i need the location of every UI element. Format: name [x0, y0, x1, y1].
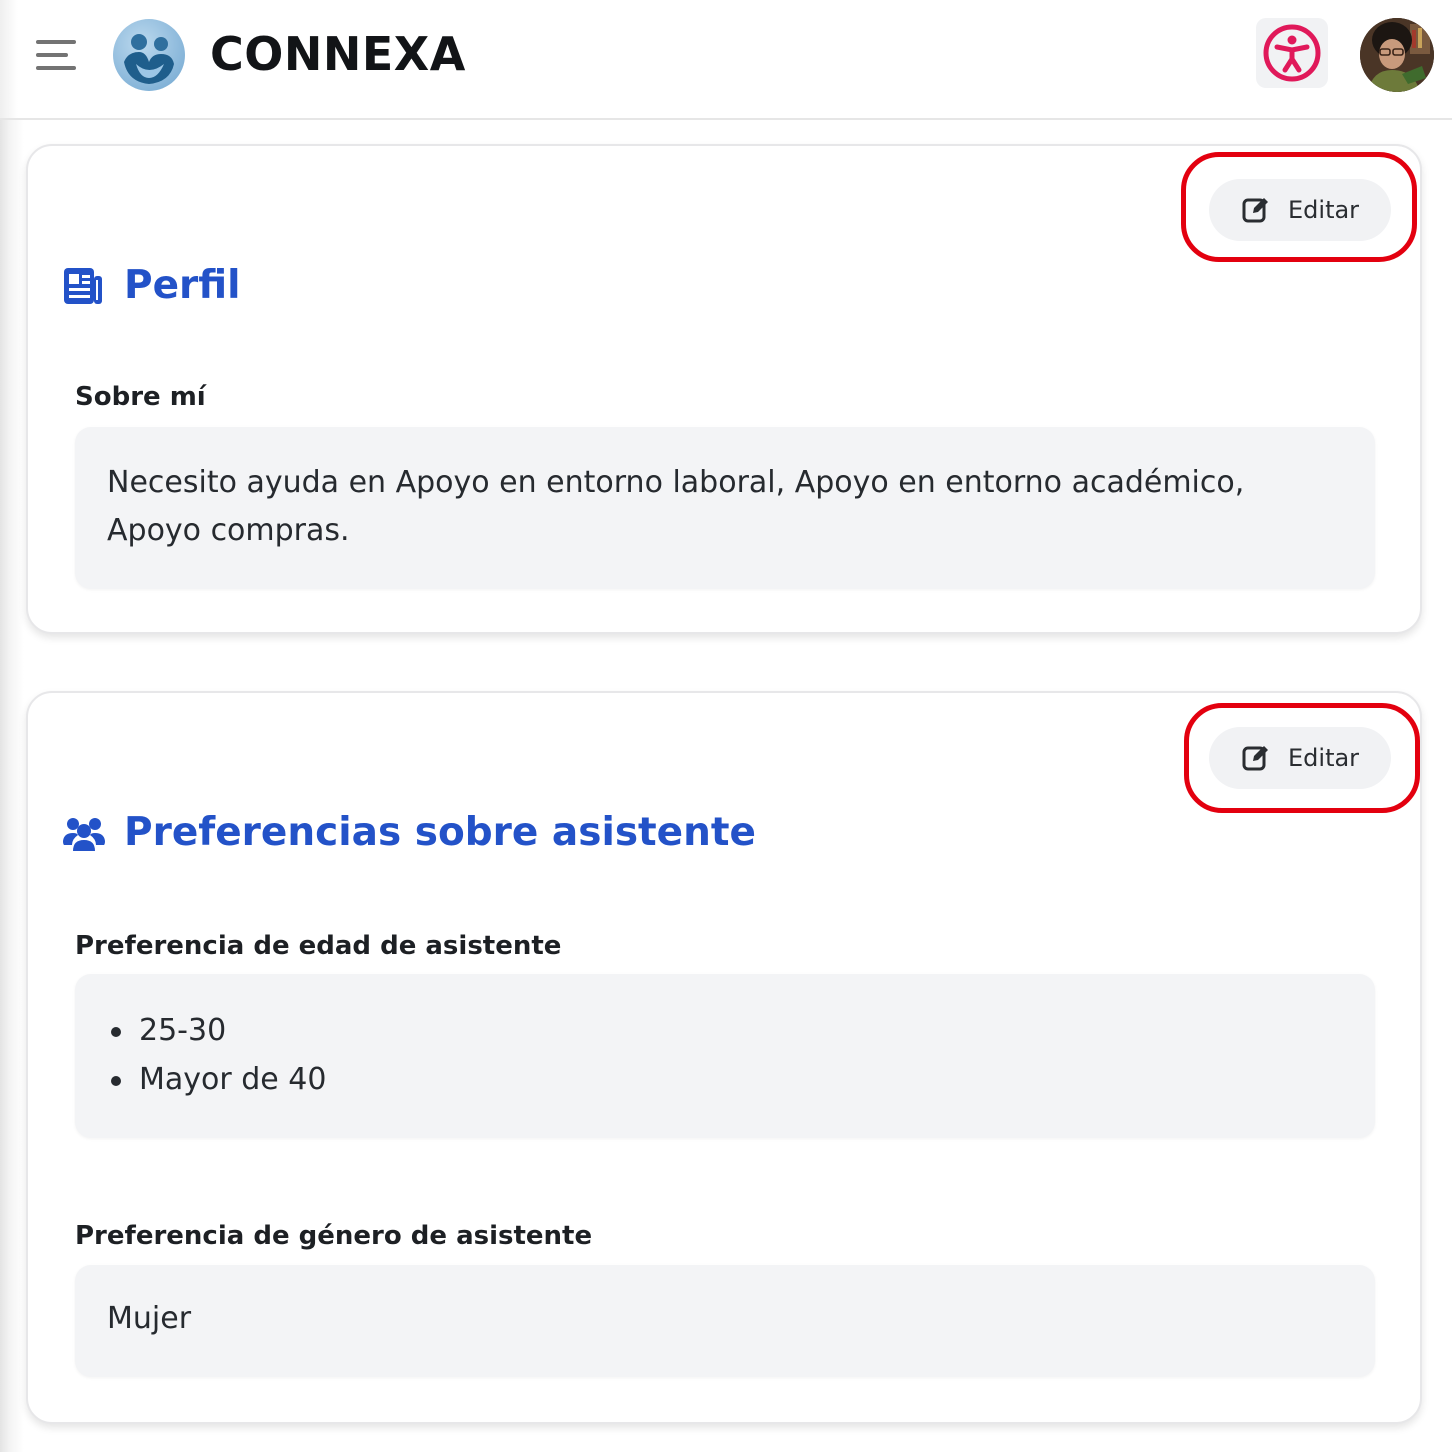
age-preference-list: 25-30 Mayor de 40	[107, 1007, 1343, 1105]
preferences-edit-button[interactable]: Editar	[1209, 727, 1391, 789]
connexa-logo-icon[interactable]	[112, 18, 186, 92]
brand-name: CONNEXA	[210, 27, 466, 81]
top-bar: CONNEXA	[0, 0, 1452, 120]
accessibility-button[interactable]	[1256, 18, 1328, 88]
edit-button-label: Editar	[1288, 744, 1360, 772]
avatar-photo	[1360, 18, 1434, 92]
pen-to-square-icon	[1242, 746, 1268, 771]
gender-preference-label: Preferencia de género de asistente	[75, 1221, 593, 1251]
gender-preference-value: Mujer	[75, 1265, 1375, 1377]
about-label: Sobre mí	[75, 382, 206, 412]
user-avatar[interactable]	[1360, 18, 1434, 92]
age-preference-label: Preferencia de edad de asistente	[75, 931, 562, 961]
newspaper-icon	[64, 268, 102, 304]
hamburger-menu-icon[interactable]	[36, 38, 78, 72]
profile-edit-button[interactable]: Editar	[1209, 179, 1391, 241]
preferences-title-text: Preferencias sobre asistente	[124, 810, 756, 855]
age-preference-box: 25-30 Mayor de 40	[75, 974, 1375, 1138]
preferences-title: Preferencias sobre asistente	[62, 809, 756, 857]
accessibility-icon	[1263, 24, 1321, 82]
page: CONNEXA Editar Perfil Sobre mí Necesito …	[0, 0, 1452, 1452]
profile-card: Editar Perfil Sobre mí Necesito ayuda en…	[26, 144, 1422, 634]
profile-title: Perfil	[62, 262, 241, 310]
profile-title-text: Perfil	[124, 263, 241, 308]
list-item: Mayor de 40	[107, 1056, 1343, 1105]
edit-button-label: Editar	[1288, 196, 1360, 224]
users-icon	[63, 818, 105, 851]
preferences-card: Editar Preferencias sobre asistente Pref…	[26, 691, 1422, 1424]
about-text: Necesito ayuda en Apoyo en entorno labor…	[75, 427, 1375, 589]
pen-to-square-icon	[1242, 198, 1268, 223]
list-item: 25-30	[107, 1007, 1343, 1056]
